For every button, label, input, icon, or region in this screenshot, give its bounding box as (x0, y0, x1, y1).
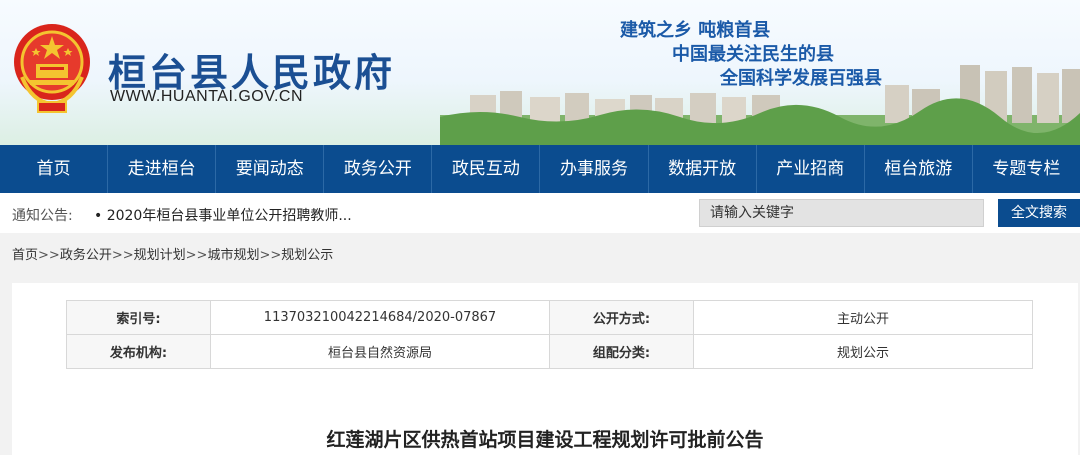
nav-item-investment[interactable]: 产业招商 (757, 145, 865, 193)
document-meta-table: 索引号: 113703210042214684/2020-07867 公开方式:… (66, 300, 1033, 369)
breadcrumb-urban-planning[interactable]: 城市规划 (207, 248, 259, 263)
notice-link[interactable]: • 2020年桓台县事业单位公开招聘教师... (94, 205, 352, 225)
search-input[interactable]: 请输入关键字 (699, 199, 984, 227)
nav-item-services[interactable]: 办事服务 (540, 145, 649, 193)
nav-item-interaction[interactable]: 政民互动 (432, 145, 541, 193)
breadcrumb-separator: >> (38, 248, 60, 263)
breadcrumb-separator: >> (111, 248, 134, 263)
category-label: 组配分类: (549, 334, 694, 369)
publisher-label: 发布机构: (66, 334, 211, 369)
table-row: 发布机构: 桓台县自然资源局 组配分类: 规划公示 (66, 334, 1033, 369)
header-banner: 桓台县人民政府 WWW.HUANTAI.GOV.CN 建筑之乡 吨粮首县 中国最… (0, 0, 1080, 145)
national-emblem-icon (14, 24, 90, 113)
content-panel: 索引号: 113703210042214684/2020-07867 公开方式:… (12, 283, 1078, 455)
nav-item-gov-disclosure[interactable]: 政务公开 (324, 145, 433, 193)
slogan-line-1: 建筑之乡 吨粮首县 (620, 20, 771, 41)
breadcrumb: 首页>>政务公开>>规划计划>>城市规划>>规划公示 (12, 244, 333, 263)
nav-item-tourism[interactable]: 桓台旅游 (865, 145, 973, 193)
breadcrumb-planning[interactable]: 规划计划 (134, 248, 186, 263)
category-value: 规划公示 (693, 334, 1033, 369)
breadcrumb-home[interactable]: 首页 (12, 248, 38, 263)
nav-item-news[interactable]: 要闻动态 (216, 145, 325, 193)
index-label: 索引号: (66, 300, 211, 335)
breadcrumb-separator: >> (185, 248, 208, 263)
breadcrumb-gov-disclosure[interactable]: 政务公开 (60, 248, 112, 263)
breadcrumb-planning-notice[interactable]: 规划公示 (281, 248, 333, 263)
city-skyline-image (440, 65, 1080, 145)
notice-label: 通知公告: (12, 208, 73, 224)
nav-item-topics[interactable]: 专题专栏 (973, 145, 1080, 193)
article-title: 红莲湖片区供热首站项目建设工程规划许可批前公告 (326, 429, 764, 451)
open-method-label: 公开方式: (549, 300, 694, 335)
main-nav: 首页 走进桓台 要闻动态 政务公开 政民互动 办事服务 数据开放 产业招商 桓台… (0, 145, 1080, 193)
nav-item-open-data[interactable]: 数据开放 (649, 145, 757, 193)
table-row: 索引号: 113703210042214684/2020-07867 公开方式:… (66, 300, 1033, 335)
site-url: WWW.HUANTAI.GOV.CN (110, 88, 303, 105)
nav-item-home[interactable]: 首页 (0, 145, 109, 193)
open-method-value: 主动公开 (693, 300, 1033, 335)
breadcrumb-separator: >> (259, 248, 282, 263)
index-value: 113703210042214684/2020-07867 (210, 300, 550, 335)
search-button[interactable]: 全文搜索 (998, 199, 1080, 227)
nav-item-about[interactable]: 走进桓台 (108, 145, 217, 193)
publisher-value: 桓台县自然资源局 (210, 334, 550, 369)
